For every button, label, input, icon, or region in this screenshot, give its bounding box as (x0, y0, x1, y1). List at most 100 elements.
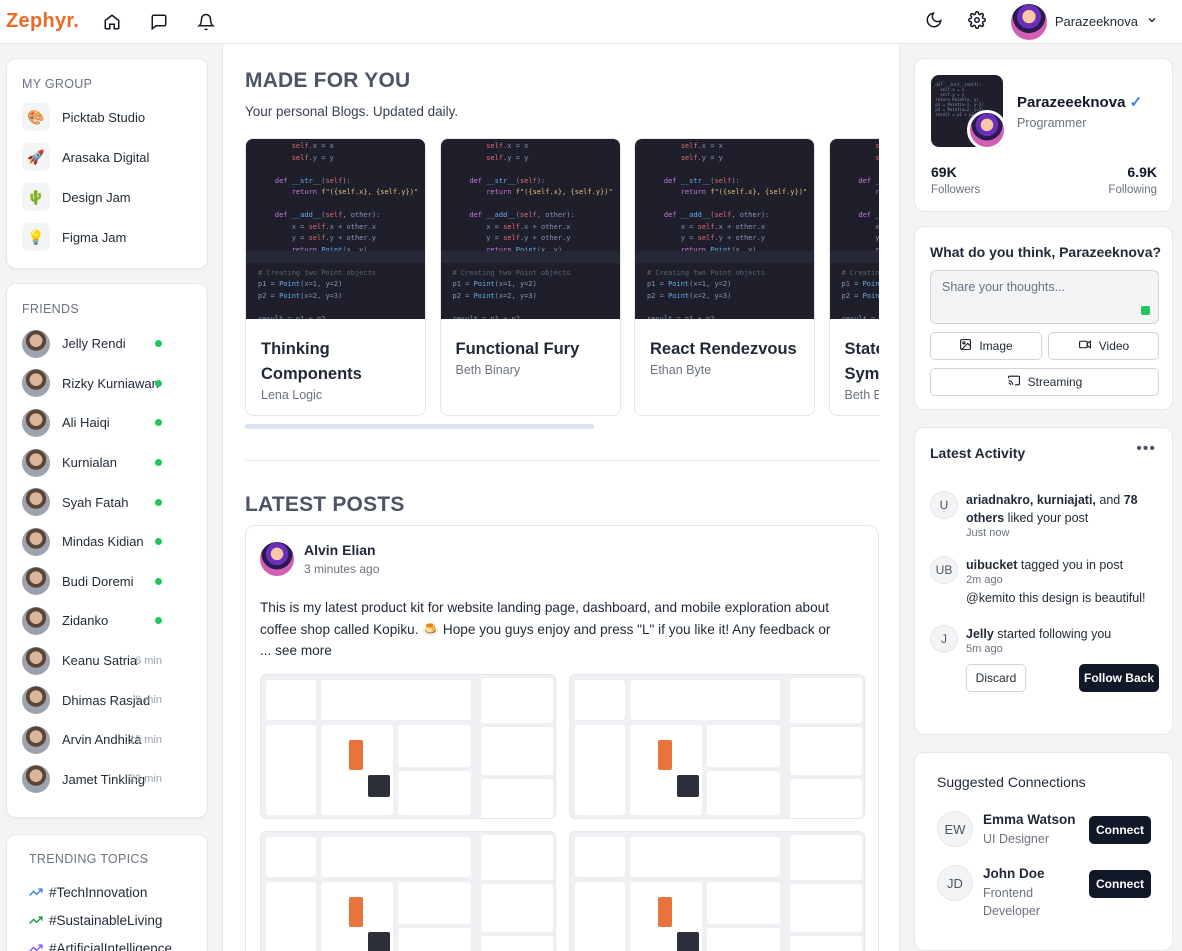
friend-name: Jelly Rendi (62, 336, 126, 352)
avatar[interactable] (260, 542, 294, 576)
activity-item[interactable]: UB uibucket tagged you in post 2m ago @k… (930, 556, 1145, 607)
friend-item[interactable]: Budi Doremi (22, 562, 192, 602)
friend-item[interactable]: Rizky Kurniawan (22, 364, 192, 404)
followers-count: 69K (931, 164, 957, 180)
topic-label: #SustainableLiving (49, 912, 163, 928)
rocket-icon: 🚀 (22, 143, 50, 171)
resize-handle[interactable] (1141, 306, 1150, 315)
friend-item[interactable]: Syah Fatah (22, 482, 192, 522)
profile-card: ___ def __init__(self): self.x = x self.… (914, 58, 1173, 212)
main-feed: MADE FOR YOU Your personal Blogs. Update… (222, 44, 900, 951)
follow-back-button[interactable]: Follow Back (1079, 664, 1159, 692)
trending-topic[interactable]: #ArtificialIntelligence (29, 934, 185, 951)
group-item-label: Figma Jam (62, 229, 127, 245)
post-image-grid[interactable] (260, 674, 865, 951)
activity-comment: @kemito this design is beautiful! (966, 591, 1146, 605)
activity-item[interactable]: J Jelly started following you 5m ago (930, 625, 1111, 655)
chevron-down-icon (1146, 14, 1158, 29)
moon-icon[interactable] (925, 11, 943, 32)
see-more-link[interactable]: see more (275, 643, 332, 658)
discard-button[interactable]: Discard (966, 664, 1026, 692)
suggested-connections-card: Suggested Connections EW Emma Watson UI De… (914, 752, 1173, 951)
last-seen-time: 23 min (128, 773, 162, 786)
carousel-scrollbar[interactable] (245, 424, 594, 429)
lightbulb-icon: 💡 (22, 223, 50, 251)
friend-item[interactable]: Ali Haiqi (22, 403, 192, 443)
group-item[interactable]: 🌵 Design Jam (22, 177, 192, 217)
online-indicator (155, 617, 162, 625)
add-video-button[interactable]: Video (1048, 332, 1159, 360)
activity-time: Just now (966, 527, 1010, 539)
activity-item[interactable]: U ariadnakro, kurniajati, and 78 others … (930, 491, 1156, 539)
post-image[interactable] (569, 674, 865, 819)
home-icon[interactable] (101, 11, 123, 33)
blog-cover-image: self.x = x self.y = y def __str__(self):… (829, 139, 879, 319)
blog-card[interactable]: self.x = x self.y = y def __str__(self):… (439, 138, 621, 416)
following-count: 6.9K (1127, 164, 1157, 180)
group-item[interactable]: 🚀 Arasaka Digital (22, 137, 192, 177)
streaming-button[interactable]: Streaming (930, 368, 1159, 396)
suggestion-name[interactable]: Emma Watson (983, 812, 1078, 827)
avatar[interactable] (967, 110, 1007, 150)
friend-item[interactable]: Keanu Satria 6 min (22, 641, 192, 681)
post-image[interactable] (260, 674, 556, 819)
online-indicator (155, 459, 162, 467)
blog-card[interactable]: self.x = x self.y = y def __str__(self):… (245, 138, 426, 416)
friend-name: Zidanko (62, 613, 109, 629)
video-icon (1078, 338, 1092, 354)
trending-topic[interactable]: #SustainableLiving (29, 906, 185, 934)
blog-card[interactable]: self.x = x self.y = y def __str__(self):… (634, 138, 815, 416)
friend-item[interactable]: Arvin Andhika 15 min (22, 720, 192, 760)
bell-icon[interactable] (195, 11, 217, 33)
group-item[interactable]: 🎨 Picktab Studio (22, 97, 192, 137)
group-item[interactable]: 💡 Figma Jam (22, 217, 192, 257)
compose-card: What do you think, Parazeeknova? Share y… (914, 226, 1173, 410)
avatar (22, 448, 50, 477)
post-author[interactable]: Alvin Elian (304, 542, 379, 558)
suggestion-name[interactable]: John Doe (983, 866, 1078, 881)
connect-button[interactable]: Connect (1089, 816, 1151, 844)
chat-icon[interactable] (148, 11, 170, 33)
activity-title: Latest Activity (930, 445, 1026, 461)
friend-name: Budi Doremi (62, 573, 134, 589)
friend-item[interactable]: Jelly Rendi (22, 324, 192, 364)
connect-button[interactable]: Connect (1089, 870, 1151, 898)
friend-name: Syah Fatah (62, 494, 129, 510)
friend-item[interactable]: Zidanko (22, 601, 192, 641)
topic-label: #TechInnovation (49, 884, 148, 900)
gear-icon[interactable] (967, 11, 986, 32)
friend-item[interactable]: Mindas Kidian (22, 522, 192, 562)
avatar: U (930, 491, 958, 519)
friend-item[interactable]: Dhimas Rasjad 9 min (22, 680, 192, 720)
profile-name-text: Parazeeeknova (1017, 94, 1126, 111)
user-menu[interactable]: Parazeeknova (1010, 3, 1158, 40)
streaming-label: Streaming (1027, 375, 1083, 389)
verified-badge-icon: ✓ (1129, 94, 1143, 111)
profile-name[interactable]: Parazeeeknova ✓ (1017, 93, 1142, 111)
trending-up-icon (29, 941, 43, 951)
friend-name: Kurnialan (62, 455, 117, 471)
user-menu-name: Parazeeknova (1054, 14, 1138, 29)
more-options-icon[interactable]: ••• (1136, 440, 1156, 458)
avatar (22, 329, 50, 358)
friend-name: Keanu Satria (62, 653, 138, 669)
online-indicator (155, 577, 162, 585)
blog-carousel[interactable]: self.x = x self.y = y def __str__(self):… (245, 138, 879, 416)
post-image[interactable] (260, 831, 556, 951)
activity-time: 5m ago (966, 643, 1003, 655)
blog-card[interactable]: self.x = x self.y = y def __str__(self):… (828, 138, 879, 416)
avatar (22, 369, 50, 398)
trending-topics-card: TRENDING TOPICS #TechInnovation #Sustaina… (6, 834, 208, 951)
compose-textarea[interactable]: Share your thoughts... (930, 270, 1159, 324)
add-image-button[interactable]: Image (930, 332, 1042, 360)
friend-item[interactable]: Kurnialan (22, 443, 192, 483)
trending-topic[interactable]: #TechInnovation (29, 878, 185, 906)
online-indicator (155, 419, 162, 427)
friend-item[interactable]: Jamet Tinkling 23 min (22, 760, 192, 800)
post-image[interactable] (569, 831, 865, 951)
blog-author: Ethan Byte (650, 363, 712, 377)
brand-logo[interactable]: Zephyr. (6, 10, 79, 33)
followers-stat[interactable]: 69K Followers (931, 164, 980, 196)
following-stat[interactable]: 6.9K Following (1108, 164, 1157, 196)
avatar: J (930, 625, 958, 653)
